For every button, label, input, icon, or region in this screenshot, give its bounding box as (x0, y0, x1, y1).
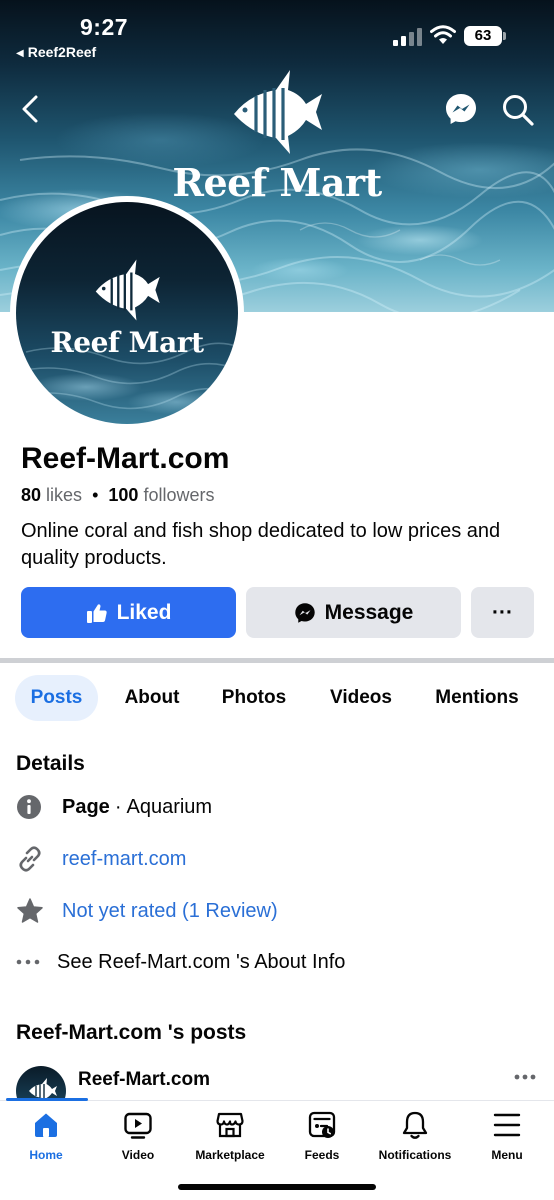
nav-feeds[interactable]: Feeds (276, 1110, 368, 1170)
post-author-name[interactable]: Reef-Mart.com (78, 1069, 210, 1091)
home-icon (35, 1113, 57, 1137)
category-value: Aquarium (126, 795, 213, 818)
rating-link[interactable]: Not yet rated (1 Review) (62, 900, 278, 923)
more-label: ··· (492, 600, 513, 624)
messenger-small-icon (294, 602, 315, 623)
liked-label: Liked (116, 600, 172, 624)
likes-label: likes (46, 485, 83, 505)
tab-videos[interactable]: Videos (316, 675, 406, 721)
nav-menu-label: Menu (491, 1148, 523, 1162)
return-to-app[interactable]: ◀ Reef2Reef (16, 44, 96, 60)
search-icon[interactable] (500, 92, 536, 128)
nav-home-label: Home (29, 1148, 63, 1162)
followers-label: followers (143, 485, 215, 505)
category-prefix: Page (62, 795, 110, 818)
avatar-logo-text: Reef Mart (50, 326, 204, 359)
detail-rating[interactable]: Not yet rated (1 Review) (16, 891, 536, 931)
stats-separator: • (92, 485, 99, 505)
status-bar: 9:27 ◀ Reef2Reef 63 (0, 0, 554, 70)
nav-video[interactable]: Video (92, 1110, 184, 1170)
active-tab-indicator (6, 1098, 88, 1101)
cellular-signal-icon (393, 28, 422, 46)
liked-button[interactable]: Liked (21, 587, 236, 638)
return-app-name: Reef2Reef (27, 44, 97, 60)
status-time: 9:27 (80, 14, 129, 40)
message-label: Message (324, 600, 414, 624)
likes-count: 80 (21, 485, 42, 505)
nav-notifications[interactable]: Notifications (369, 1110, 461, 1170)
nav-feeds-label: Feeds (304, 1148, 340, 1162)
followers-count: 100 (108, 485, 139, 505)
battery-tip (503, 32, 506, 40)
nav-marketplace[interactable]: Marketplace (184, 1110, 276, 1170)
messenger-icon[interactable] (444, 92, 478, 126)
marketplace-icon (216, 1112, 244, 1138)
ellipsis-icon (16, 959, 40, 965)
angelfish-logo-icon (234, 70, 322, 154)
tab-about[interactable]: About (110, 675, 194, 721)
more-options-button[interactable]: ··· (471, 587, 534, 638)
angelfish-avatar-icon (95, 259, 160, 321)
posts-heading: Reef-Mart.com 's posts (16, 1021, 247, 1044)
nav-video-label: Video (121, 1148, 155, 1162)
page-stats[interactable]: 80 likes • 100 followers (21, 485, 214, 506)
nav-marketplace-label: Marketplace (195, 1148, 265, 1162)
back-arrow-icon[interactable] (14, 90, 48, 128)
detail-category: Page · Aquarium (16, 787, 536, 827)
website-link[interactable]: reef-mart.com (62, 848, 186, 871)
post-options-icon[interactable] (508, 1066, 542, 1088)
message-button[interactable]: Message (246, 587, 461, 638)
info-icon (17, 795, 41, 819)
category-separator: · (114, 795, 122, 818)
home-indicator[interactable] (178, 1184, 376, 1190)
tab-mentions[interactable]: Mentions (420, 675, 534, 721)
about-info-link[interactable]: See Reef-Mart.com 's About Info (57, 951, 345, 974)
battery-indicator: 63 (464, 26, 502, 46)
link-icon (19, 846, 41, 872)
menu-icon (493, 1113, 521, 1137)
wifi-icon (430, 25, 456, 44)
cover-logo-text: Reef Mart (172, 160, 382, 205)
tab-posts[interactable]: Posts (15, 675, 98, 721)
nav-notifications-label: Notifications (378, 1148, 452, 1162)
thumbs-up-icon (86, 603, 107, 623)
tab-photos[interactable]: Photos (208, 675, 300, 721)
details-heading: Details (16, 752, 85, 775)
nav-menu[interactable]: Menu (461, 1110, 553, 1170)
feeds-icon (308, 1111, 336, 1138)
detail-about-info[interactable]: See Reef-Mart.com 's About Info (16, 942, 536, 982)
nav-home[interactable]: Home (0, 1110, 92, 1170)
detail-website[interactable]: reef-mart.com (16, 839, 536, 879)
bell-icon (402, 1111, 428, 1139)
star-icon (17, 898, 43, 923)
video-icon (124, 1112, 152, 1139)
profile-avatar[interactable]: Reef Mart (16, 202, 238, 424)
page-title: Reef-Mart.com (21, 442, 230, 475)
section-divider (0, 658, 554, 663)
page-bio: Online coral and fish shop dedicated to … (21, 520, 501, 569)
back-triangle-icon: ◀ (16, 48, 24, 59)
